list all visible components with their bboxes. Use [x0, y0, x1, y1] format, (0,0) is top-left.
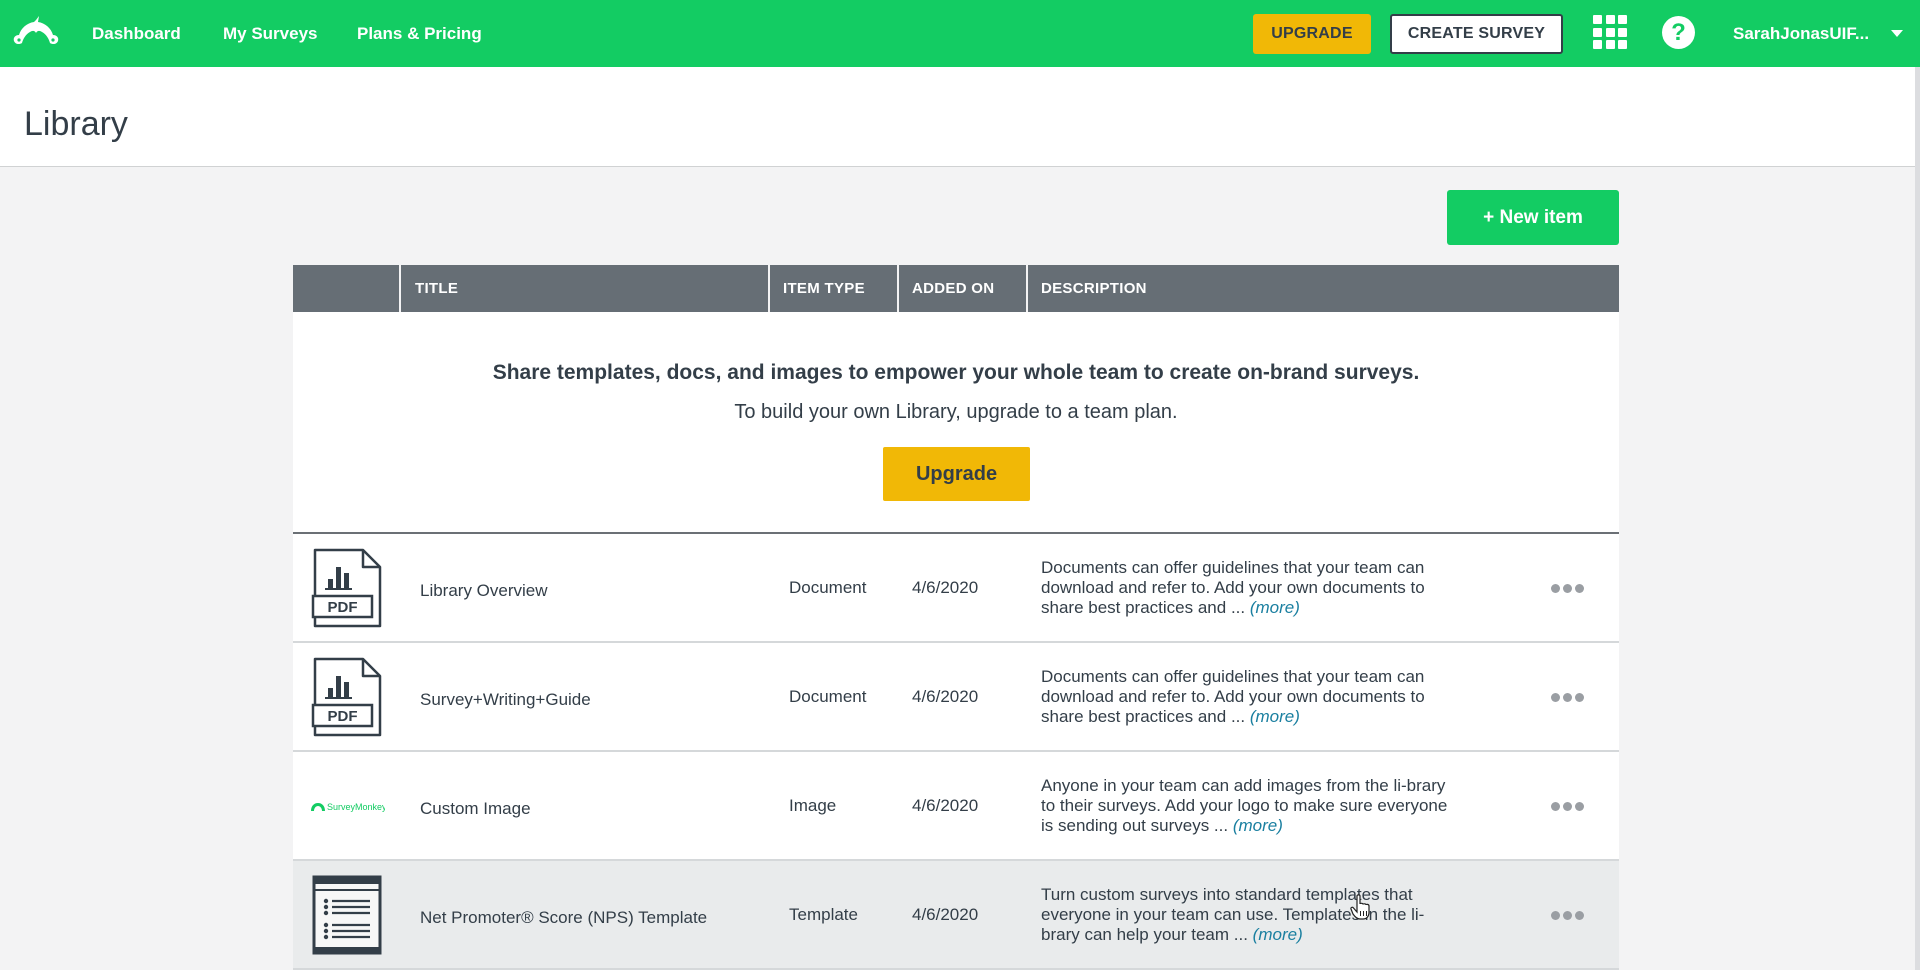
item-added-on: 4/6/2020 — [912, 686, 979, 706]
item-description: Documents can offer guidelines that your… — [1028, 667, 1458, 727]
item-type: Image — [789, 795, 837, 815]
table-row[interactable]: PDF Library Overview Document 4/6/2020 D… — [293, 534, 1619, 643]
more-link[interactable]: (more) — [1233, 816, 1283, 835]
page-scrollbar[interactable] — [1915, 67, 1920, 970]
column-header-item-type[interactable]: ITEM TYPE — [770, 265, 899, 312]
item-type: Template — [789, 904, 858, 924]
pdf-document-icon: PDF — [293, 642, 401, 751]
item-title[interactable]: Survey+Writing+Guide — [401, 684, 770, 710]
surveymonkey-logo-icon[interactable] — [12, 14, 60, 50]
user-name: SarahJonasUIF... — [1733, 24, 1870, 43]
item-type: Document — [789, 577, 867, 597]
more-options-icon[interactable] — [1551, 643, 1584, 752]
more-options-icon[interactable] — [1551, 861, 1584, 970]
surveymonkey-image-thumbnail: SurveyMonkey — [293, 751, 401, 860]
user-account-menu[interactable]: SarahJonasUIF... — [1733, 0, 1904, 67]
svg-text:PDF: PDF — [328, 708, 358, 725]
svg-text:PDF: PDF — [328, 599, 358, 616]
template-list-icon — [293, 860, 401, 969]
new-item-button[interactable]: + New item — [1447, 190, 1619, 245]
item-title[interactable]: Custom Image — [401, 793, 770, 819]
promo-headline: Share templates, docs, and images to emp… — [492, 361, 1420, 384]
column-header-added-on[interactable]: ADDED ON — [899, 265, 1028, 312]
create-survey-button[interactable]: CREATE SURVEY — [1390, 14, 1563, 54]
column-header-title[interactable]: TITLE — [401, 265, 770, 312]
more-options-icon[interactable] — [1551, 534, 1584, 643]
upgrade-promo-banner: Share templates, docs, and images to emp… — [293, 312, 1619, 534]
table-row[interactable]: PDF Survey+Writing+Guide Document 4/6/20… — [293, 643, 1619, 752]
table-header: TITLE ITEM TYPE ADDED ON DESCRIPTION — [293, 265, 1619, 312]
top-nav-bar: Dashboard My Surveys Plans & Pricing UPG… — [0, 0, 1920, 67]
item-added-on: 4/6/2020 — [912, 904, 979, 924]
more-link[interactable]: (more) — [1253, 925, 1303, 944]
column-header-icon — [293, 265, 401, 312]
description-text: Documents can offer guidelines that your… — [1041, 666, 1425, 726]
item-added-on: 4/6/2020 — [912, 795, 979, 815]
nav-my-surveys[interactable]: My Surveys — [223, 0, 318, 67]
more-link[interactable]: (more) — [1250, 598, 1300, 617]
table-row[interactable]: SurveyMonkey Custom Image Image 4/6/2020… — [293, 752, 1619, 861]
table-row[interactable]: Net Promoter® Score (NPS) Template Templ… — [293, 861, 1619, 970]
item-added-on: 4/6/2020 — [912, 577, 979, 597]
description-text: Documents can offer guidelines that your… — [1041, 557, 1425, 617]
apps-grid-icon[interactable] — [1593, 15, 1627, 51]
item-description: Turn custom surveys into standard templa… — [1028, 885, 1458, 945]
svg-text:SurveyMonkey: SurveyMonkey — [327, 802, 385, 812]
item-description: Documents can offer guidelines that your… — [1028, 558, 1458, 618]
column-header-description: DESCRIPTION — [1041, 280, 1147, 297]
nav-dashboard[interactable]: Dashboard — [92, 0, 181, 67]
library-table: TITLE ITEM TYPE ADDED ON DESCRIPTION Sha… — [293, 265, 1619, 970]
item-title[interactable]: Library Overview — [401, 575, 770, 601]
more-link[interactable]: (more) — [1250, 707, 1300, 726]
page-title: Library — [24, 105, 128, 143]
item-description: Anyone in your team can add images from … — [1028, 776, 1458, 836]
nav-plans-pricing[interactable]: Plans & Pricing — [357, 0, 482, 67]
page-header: Library — [0, 67, 1920, 167]
chevron-down-icon — [1891, 30, 1904, 37]
promo-subtext: To build your own Library, upgrade to a … — [734, 401, 1178, 423]
upgrade-button[interactable]: UPGRADE — [1253, 14, 1371, 54]
more-options-icon[interactable] — [1551, 752, 1584, 861]
promo-upgrade-button[interactable]: Upgrade — [883, 447, 1030, 501]
item-type: Document — [789, 686, 867, 706]
help-icon[interactable]: ? — [1662, 16, 1695, 49]
description-text: Turn custom surveys into standard templa… — [1041, 884, 1425, 944]
item-title[interactable]: Net Promoter® Score (NPS) Template — [401, 902, 770, 928]
pdf-document-icon: PDF — [293, 533, 401, 642]
